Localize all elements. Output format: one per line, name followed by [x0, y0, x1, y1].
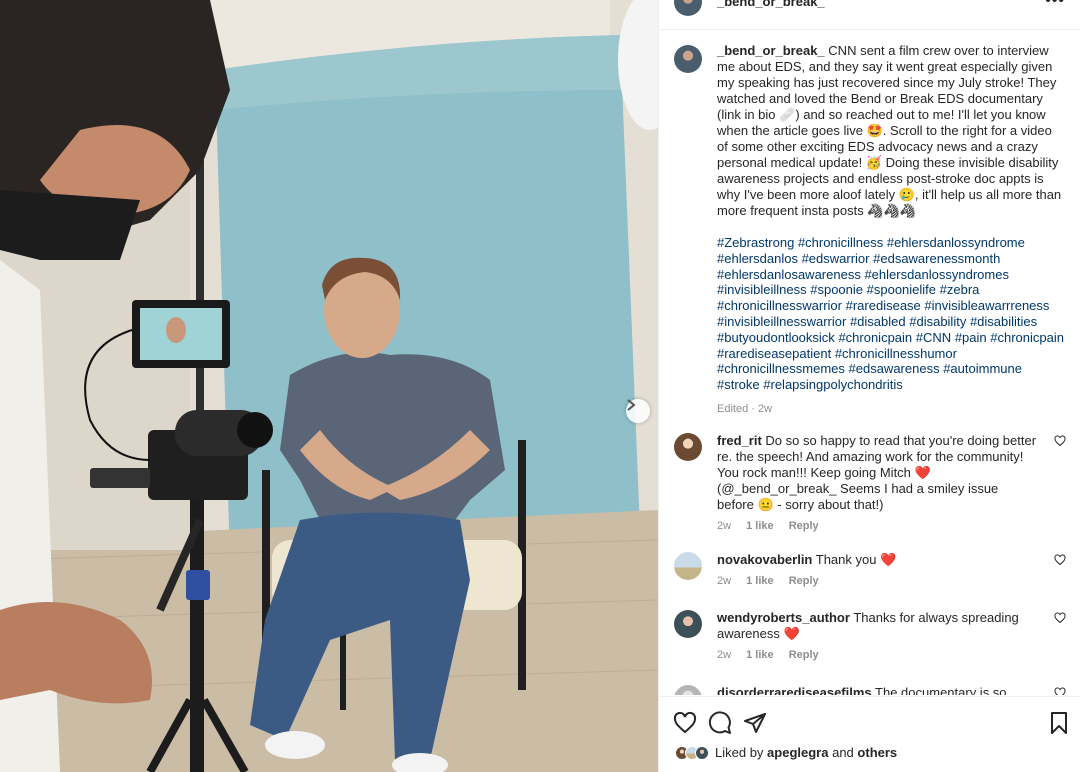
hashtag-link[interactable]: #chronicpain	[838, 330, 912, 345]
comment-text: Do so so happy to read that you're doing…	[717, 433, 1037, 480]
hashtag-link[interactable]: #edsawarenessmonth	[873, 251, 1000, 266]
comments-scroll-area[interactable]: _bend_or_break_ CNN sent a film crew ove…	[659, 31, 1080, 695]
hashtag-link[interactable]: #spoonie	[810, 282, 863, 297]
comment-icon[interactable]	[708, 711, 732, 735]
hashtag-link[interactable]: #ehlersdanlossyndrome	[887, 235, 1025, 250]
heart-icon[interactable]	[673, 711, 697, 735]
comment-text-continued: (@_bend_or_break_ Seems I had a smiley i…	[717, 481, 999, 512]
hashtag-link[interactable]: #invisibleillnesswarrior	[717, 314, 846, 329]
share-icon[interactable]	[743, 711, 767, 735]
hashtag-link[interactable]: #zebra	[940, 282, 980, 297]
hashtag-link[interactable]: #ehlersdanlosawareness	[717, 267, 861, 282]
heart-emoji: ❤️	[783, 626, 800, 641]
post-side-panel: _bend_or_break_ ••• _bend_or_break_ CNN …	[658, 0, 1080, 772]
action-bar: Liked by apeglegra and others	[659, 696, 1080, 772]
hashtag-link[interactable]: #chronicillness	[798, 235, 883, 250]
comment-username[interactable]: wendyroberts_author	[717, 610, 850, 625]
hashtag-link[interactable]: #disabled	[850, 314, 906, 329]
edited-text: Edited	[717, 402, 749, 415]
hashtag-link[interactable]: #CNN	[916, 330, 951, 345]
comment-username[interactable]: fred_rit	[717, 433, 762, 448]
hashtag-link[interactable]: #chronicillnesshumor	[835, 346, 957, 361]
comment-like-heart-icon[interactable]	[1054, 687, 1066, 695]
hashtag-link[interactable]: #edsawareness	[849, 361, 940, 376]
more-options-icon[interactable]: •••	[1045, 0, 1065, 10]
comment-time: 2w	[717, 575, 732, 587]
liked-by-user[interactable]: apeglegra	[767, 745, 828, 760]
comment-likes[interactable]: 1 like	[746, 575, 774, 587]
comment-like-heart-icon[interactable]	[1054, 435, 1066, 447]
heart-emoji: ❤️	[880, 552, 897, 567]
hashtag-link[interactable]: #ehlersdanlossyndromes	[864, 267, 1009, 282]
edited-time: 2w	[757, 402, 773, 415]
hashtag-link[interactable]: #chronicillnessmemes	[717, 361, 845, 376]
hashtag-list: #Zebrastrong #chronicillness #ehlersdanl…	[717, 235, 1066, 393]
hashtag-link[interactable]: #disabilities	[970, 314, 1037, 329]
comment-avatar[interactable]	[674, 552, 702, 580]
liked-by-row: Liked by apeglegra and others	[675, 745, 897, 760]
comment-username[interactable]: novakovaberlin	[717, 552, 812, 567]
liked-by-prefix: Liked by	[715, 745, 764, 760]
hashtag-link[interactable]: #invisibleawarrreness	[924, 298, 1049, 313]
next-slide-button[interactable]	[626, 399, 650, 423]
hashtag-link[interactable]: #ehlersdanlos	[717, 251, 798, 266]
comment-time: 2w	[717, 649, 732, 661]
hashtag-link[interactable]: #stroke	[717, 377, 760, 392]
comment-avatar[interactable]	[674, 610, 702, 638]
post-photo[interactable]	[0, 0, 658, 772]
post-header: _bend_or_break_ •••	[659, 0, 1080, 30]
comment-like-heart-icon[interactable]	[1054, 612, 1066, 624]
hashtag-link[interactable]: #pain	[955, 330, 987, 345]
edited-label: Edited · 2w	[717, 402, 773, 415]
hashtag-link[interactable]: #relapsingpolychondritis	[763, 377, 902, 392]
hashtag-link[interactable]: #spoonielife	[867, 282, 936, 297]
comment-avatar[interactable]	[674, 433, 702, 461]
author-username[interactable]: _bend_or_break_	[717, 0, 825, 9]
comment-meta: 2w 1 like Reply	[717, 575, 1066, 587]
hashtag-link[interactable]: #butyoudontlooksick	[717, 330, 835, 345]
hashtag-link[interactable]: #chronicpain	[990, 330, 1064, 345]
hashtag-link[interactable]: #edswarrior	[802, 251, 870, 266]
chevron-right-icon	[627, 399, 636, 411]
hashtag-link[interactable]: #Zebrastrong	[717, 235, 794, 250]
comment-meta: 2w 1 like Reply	[717, 649, 1066, 661]
hashtag-link[interactable]: #disability	[909, 314, 966, 329]
photo-illustration	[0, 0, 658, 772]
bookmark-icon[interactable]	[1047, 711, 1071, 735]
author-avatar[interactable]	[674, 0, 702, 16]
comment-time: 2w	[717, 520, 732, 532]
comment-text: Thank you	[815, 552, 877, 567]
comment-username[interactable]: disorderrarediseasefilms	[717, 685, 872, 695]
comment-avatar[interactable]	[674, 685, 702, 695]
liked-by-and: and	[832, 745, 854, 760]
reply-button[interactable]: Reply	[789, 575, 819, 587]
caption-text: CNN sent a film crew over to interview m…	[717, 43, 1062, 218]
hashtag-link[interactable]: #raredisease	[846, 298, 921, 313]
liked-by-text: Liked by apeglegra and others	[715, 745, 897, 760]
caption-avatar[interactable]	[674, 45, 702, 73]
liked-by-others[interactable]: others	[857, 745, 897, 760]
hashtag-link[interactable]: #invisibleillness	[717, 282, 807, 297]
comment-item: fred_rit Do so so happy to read that you…	[674, 433, 1066, 532]
caption-username[interactable]: _bend_or_break_	[717, 43, 825, 58]
comment-item: novakovaberlin Thank you ❤️ 2w 1 like Re…	[674, 552, 1066, 587]
post-caption: _bend_or_break_ CNN sent a film crew ove…	[674, 43, 1066, 417]
comment-like-heart-icon[interactable]	[1054, 554, 1066, 566]
comment-likes[interactable]: 1 like	[746, 520, 774, 532]
comment-item: wendyroberts_author Thanks for always sp…	[674, 610, 1066, 661]
liker-avatar	[695, 745, 709, 760]
hashtag-link[interactable]: #autoimmune	[943, 361, 1022, 376]
hashtag-link[interactable]: #rarediseasepatient	[717, 346, 831, 361]
reply-button[interactable]: Reply	[789, 520, 819, 532]
comment-item: disorderrarediseasefilms The documentary…	[674, 685, 1066, 695]
reply-button[interactable]: Reply	[789, 649, 819, 661]
heart-emoji: ❤️	[914, 465, 931, 480]
comment-likes[interactable]: 1 like	[746, 649, 774, 661]
hashtag-link[interactable]: #chronicillnesswarrior	[717, 298, 842, 313]
comment-meta: 2w 1 like Reply	[717, 520, 1066, 532]
